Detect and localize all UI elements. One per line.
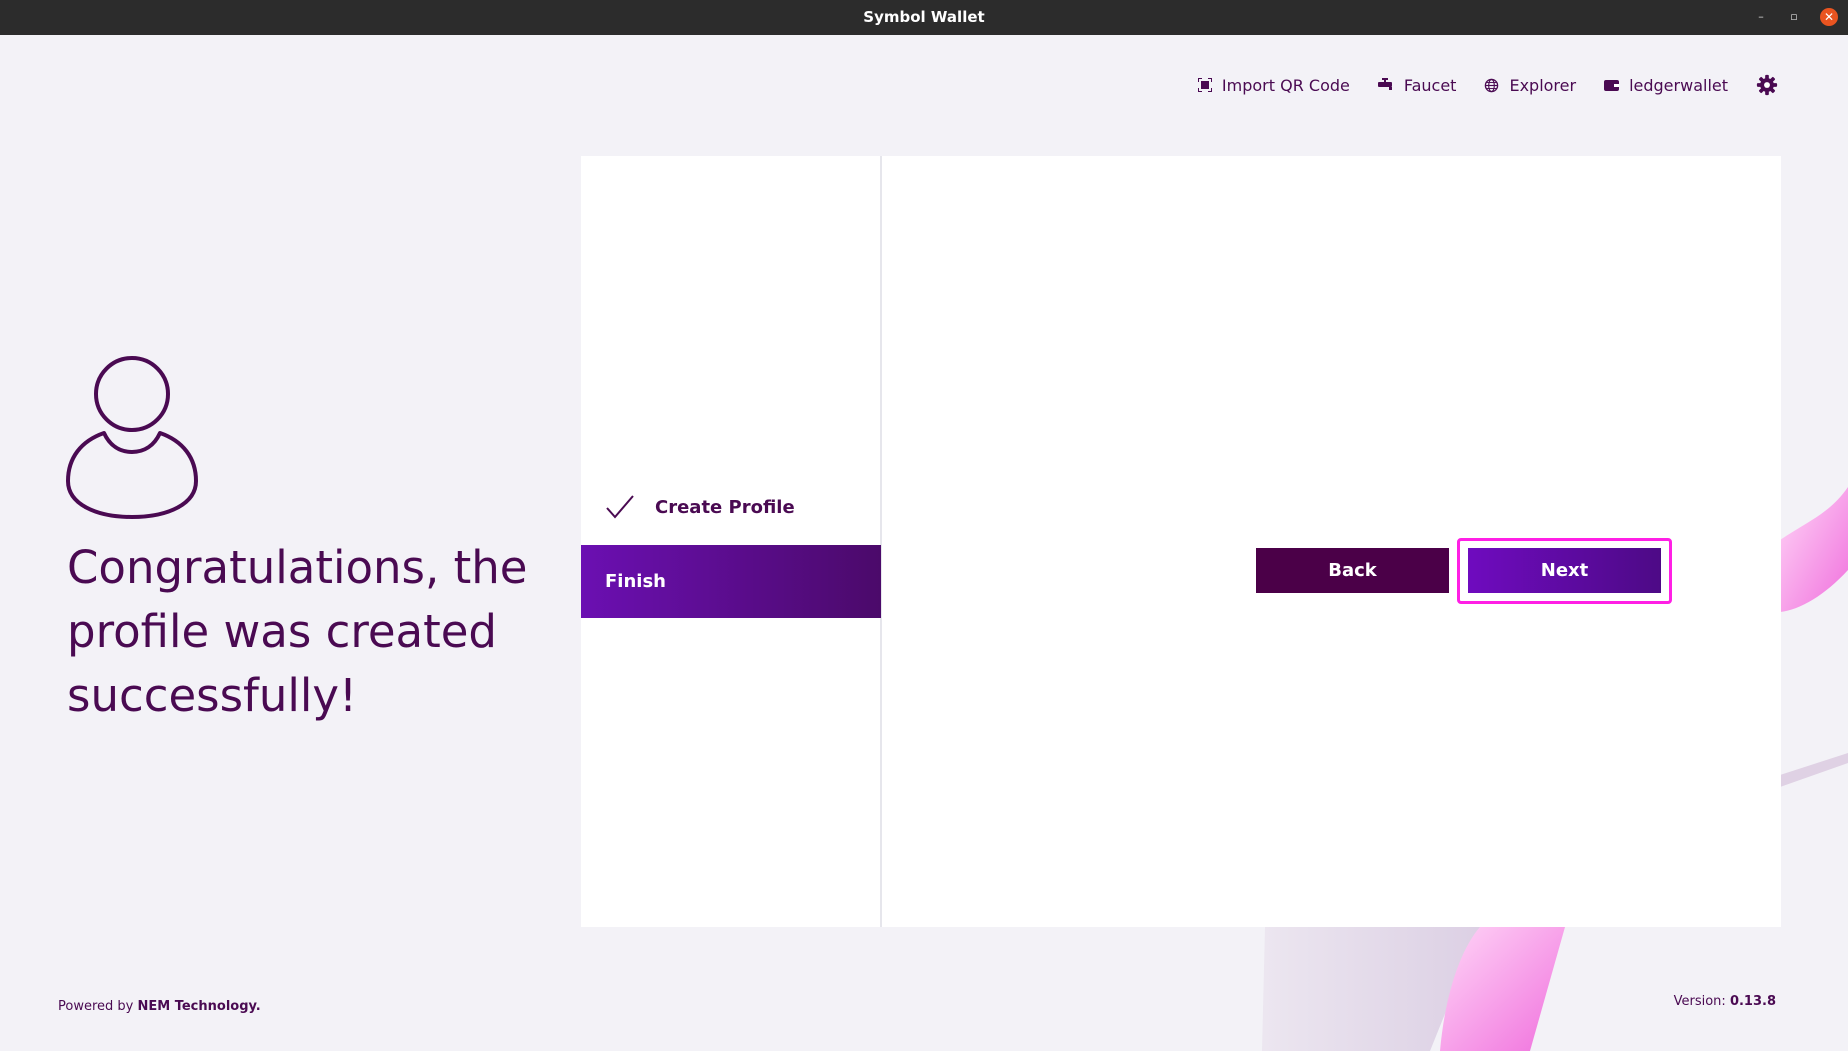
window-titlebar: Symbol Wallet – ▫ ✕ xyxy=(0,0,1848,35)
window-title: Symbol Wallet xyxy=(863,8,985,26)
faucet-icon xyxy=(1377,78,1392,90)
import-qr-code-link[interactable]: Import QR Code xyxy=(1197,75,1350,95)
minimize-button[interactable]: – xyxy=(1752,8,1770,26)
explorer-link[interactable]: Explorer xyxy=(1484,76,1576,95)
import-qr-code-label: Import QR Code xyxy=(1221,75,1350,95)
congratulations-message: Congratulations, the profile was created… xyxy=(67,541,528,722)
qr-code-icon xyxy=(1197,78,1212,92)
next-button[interactable]: Next xyxy=(1468,548,1661,593)
step-create-profile: Create Profile xyxy=(581,476,881,538)
wallet-label: ledgerwallet xyxy=(1629,75,1728,95)
powered-by-brand: NEM Technology. xyxy=(137,999,261,1014)
wizard-steps: Create Profile Finish xyxy=(581,156,882,927)
version-value: 0.13.8 xyxy=(1729,994,1776,1009)
step-finish-label: Finish xyxy=(605,571,666,592)
maximize-button[interactable]: ▫ xyxy=(1785,8,1803,26)
wallet-link[interactable]: ledgerwallet xyxy=(1604,76,1728,95)
gear-icon xyxy=(1756,74,1778,96)
powered-by-prefix: Powered by xyxy=(58,999,134,1014)
user-profile-icon xyxy=(66,356,198,519)
checkmark-icon xyxy=(606,495,634,519)
close-button[interactable]: ✕ xyxy=(1820,8,1838,26)
step-create-profile-label: Create Profile xyxy=(655,496,795,518)
step-finish: Finish xyxy=(581,545,881,618)
version-label: Version: xyxy=(1673,994,1726,1009)
next-button-focus-ring: Next xyxy=(1457,538,1672,604)
faucet-label: Faucet xyxy=(1403,75,1457,95)
top-navigation: Import QR Code Faucet Explorer ledgerwal… xyxy=(1197,70,1778,100)
settings-button[interactable] xyxy=(1756,74,1778,96)
app-version: Version: 0.13.8 xyxy=(1674,994,1776,1009)
wallet-icon xyxy=(1604,80,1620,91)
globe-icon xyxy=(1485,78,1499,92)
faucet-link[interactable]: Faucet xyxy=(1377,75,1457,95)
back-button[interactable]: Back xyxy=(1256,548,1449,593)
powered-by: Powered by NEM Technology. xyxy=(58,999,261,1014)
explorer-label: Explorer xyxy=(1509,75,1577,95)
profile-wizard-card: Create Profile Finish Back Next xyxy=(581,156,1781,927)
